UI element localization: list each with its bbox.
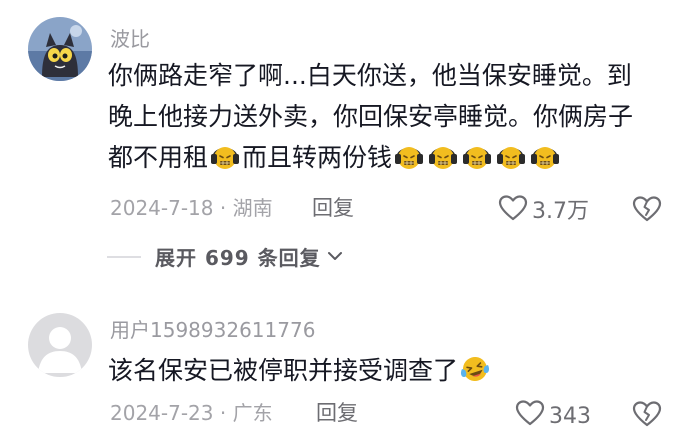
avatar[interactable] [28,17,92,81]
comment-text-line: 晚上他接力送外卖，你回保安亭睡觉。你俩房子 [108,102,634,131]
comment-text-line: 你俩路走窄了啊...白天你送，他当保安睡觉。到 [108,61,632,90]
comment-text-line: 都不用租 而且转两份钱 [108,137,678,178]
chevron-down-icon [327,247,343,266]
comment-text-line: 该名保安已被停职并接受调查了 [108,350,678,391]
broken-heart-icon [632,401,662,432]
like-count: 3.7万 [532,198,589,224]
reply-button[interactable]: 回复 [316,400,358,426]
comment-text: 该名保安已被停职并接受调查了 [108,350,678,391]
expand-replies-button[interactable]: 展开 699 条回复 [107,242,343,271]
broken-heart-icon [632,196,662,227]
heart-icon [515,399,545,433]
headphones-grimace-emoji [529,140,561,184]
headphones-grimace-emoji [209,140,241,184]
comment-list: 波比 你俩路走窄了啊...白天你送，他当保安睡觉。到 晚上他接力送外卖，你回保安… [0,0,690,433]
like-button[interactable]: 343 [515,399,591,433]
headphones-grimace-emoji [495,140,527,184]
divider [107,255,141,258]
dislike-button[interactable] [632,195,662,227]
comment-text-fragment: 而且转两份钱 [242,143,393,172]
avatar[interactable] [28,313,92,377]
dislike-button[interactable] [632,400,662,432]
comment-date-location: 2024-7-18 · 湖南 [110,196,273,220]
comment-username[interactable]: 用户1598932611776 [110,318,315,342]
headphones-grimace-emoji [393,140,425,184]
headphones-grimace-emoji [461,140,493,184]
comment-date-location: 2024-7-23 · 广东 [110,401,273,425]
comment-text-fragment: 都不用租 [108,143,209,172]
comment-text: 你俩路走窄了啊...白天你送，他当保安睡觉。到 晚上他接力送外卖，你回保安亭睡觉… [108,55,678,178]
like-count: 343 [549,403,591,429]
headphones-grimace-emoji [427,140,459,184]
laughing-tears-emoji [459,353,491,397]
comment-text-fragment: 该名保安已被停职并接受调查了 [108,356,459,385]
expand-replies-label: 展开 699 条回复 [155,246,321,270]
heart-icon [498,194,528,229]
like-button[interactable]: 3.7万 [498,194,589,229]
reply-button[interactable]: 回复 [312,195,354,221]
comment-username[interactable]: 波比 [110,27,150,51]
